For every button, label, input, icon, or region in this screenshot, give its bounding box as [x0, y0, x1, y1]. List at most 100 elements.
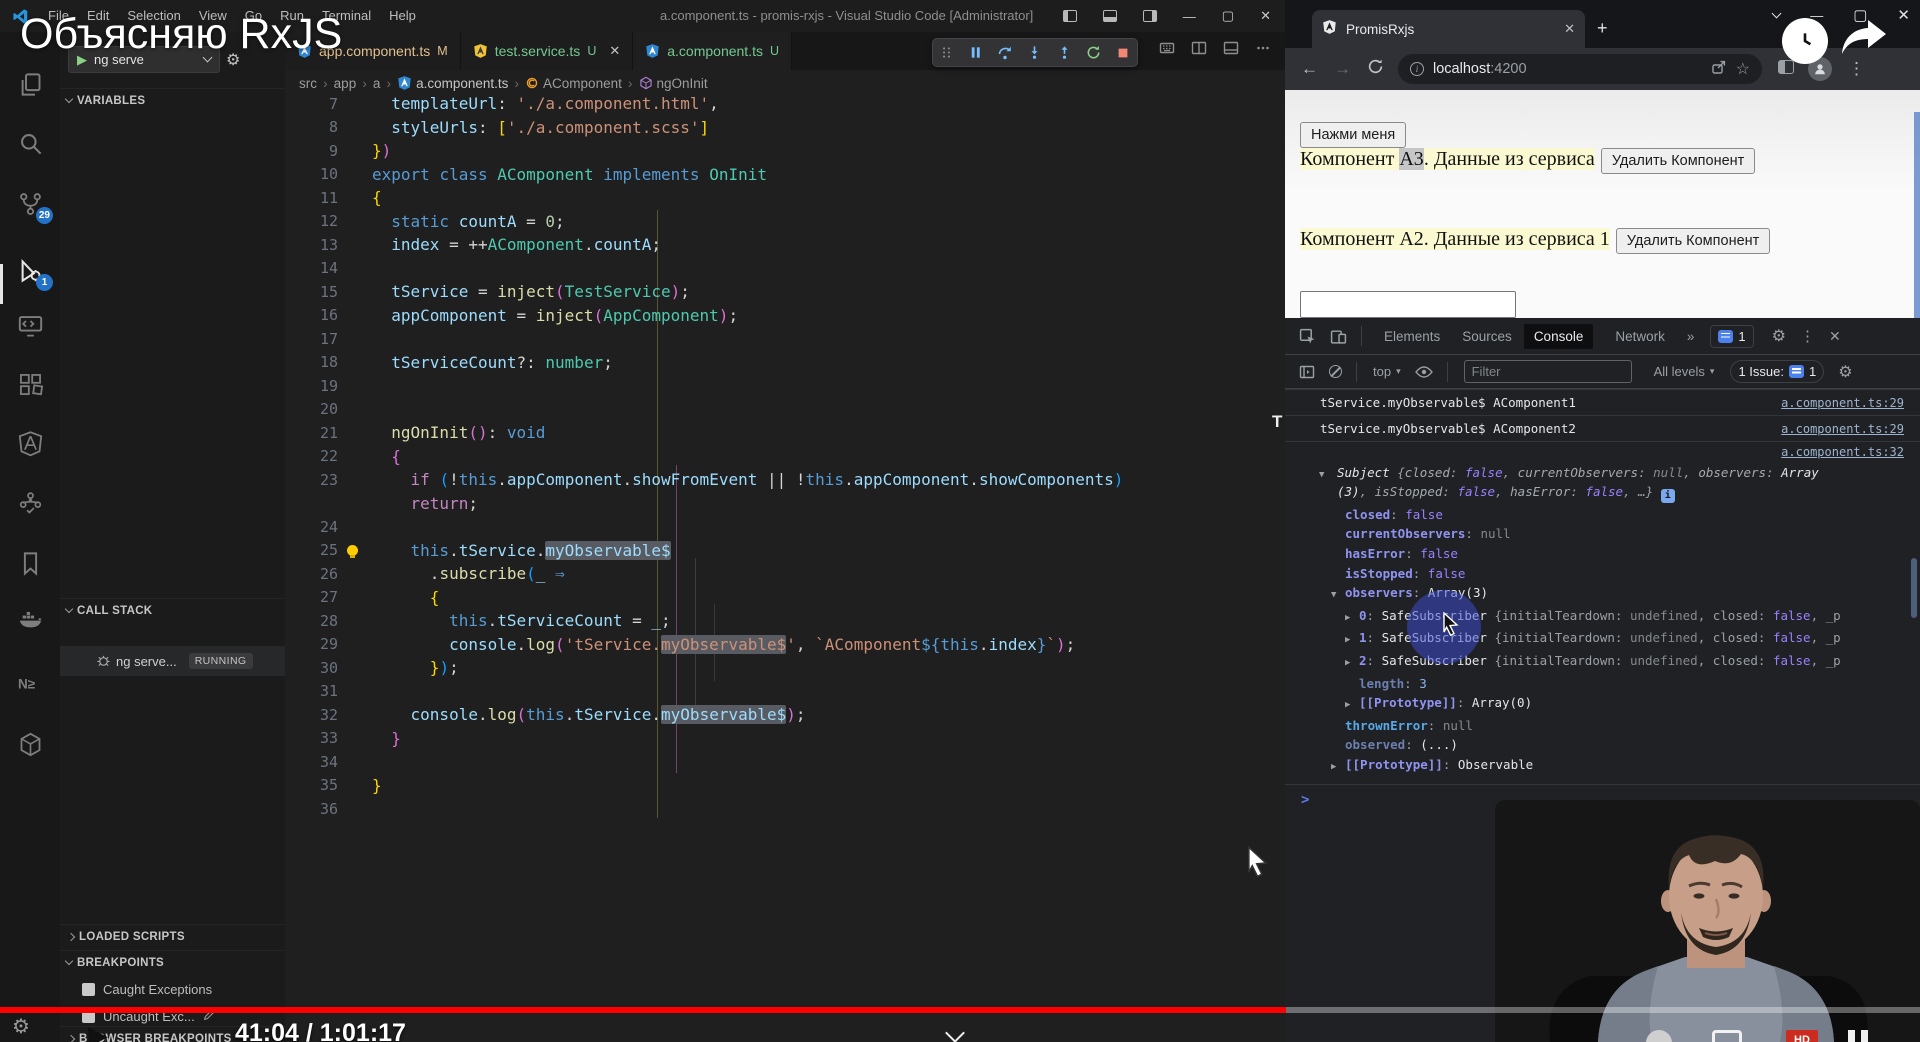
site-info-icon[interactable]: i — [1410, 62, 1424, 76]
console-property-row[interactable]: thrownError: null — [1285, 716, 1920, 736]
source-link[interactable]: a.component.ts:32 — [1781, 445, 1904, 459]
breadcrumb-item-ngOnInit[interactable]: ngOnInit — [639, 76, 708, 91]
expand-toggle-icon[interactable]: ▶ — [1345, 654, 1359, 674]
console-property-row[interactable]: hasError: false — [1285, 544, 1920, 564]
theater-mode-icon[interactable] — [1848, 1030, 1868, 1042]
devtools-tab-console[interactable]: Console — [1524, 324, 1594, 349]
console-property-row[interactable]: isStopped: false — [1285, 564, 1920, 584]
expand-toggle-icon[interactable]: ▶ — [1345, 631, 1359, 651]
expand-toggle-icon[interactable]: ▼ — [1331, 586, 1345, 606]
delete-component-button[interactable]: Удалить Компонент — [1616, 228, 1771, 254]
call-stack-section-header[interactable]: CALL STACK — [60, 598, 285, 622]
source-link[interactable]: a.component.ts:29 — [1781, 396, 1904, 410]
page-scrollbar[interactable] — [1914, 112, 1920, 318]
bookmarks-icon[interactable] — [13, 546, 47, 580]
toggle-sidebar-icon[interactable] — [1063, 10, 1077, 22]
docker-icon[interactable] — [13, 602, 47, 636]
breadcrumb-item-a.component.ts[interactable]: a.component.ts — [397, 75, 508, 91]
checkbox[interactable] — [82, 983, 95, 996]
console-property-row[interactable]: length: 3 — [1285, 674, 1920, 694]
devtools-close-icon[interactable]: ✕ — [1829, 328, 1841, 345]
run-debug-icon[interactable]: 1 — [13, 253, 47, 287]
chevron-down-icon[interactable] — [1772, 8, 1782, 18]
breadcrumb-item-src[interactable]: src — [299, 76, 317, 91]
source-link[interactable]: a.component.ts:29 — [1781, 422, 1904, 436]
tab-a.component.ts[interactable]: a.component.tsU — [633, 32, 792, 70]
share-video-icon[interactable] — [1838, 16, 1890, 65]
console-property-row[interactable]: ▶[[Prototype]]: Array(0) — [1285, 693, 1920, 716]
package-icon[interactable] — [13, 727, 47, 761]
log-levels-selector[interactable]: All levels▾ — [1654, 364, 1715, 379]
delete-component-button[interactable]: Удалить Компонент — [1601, 148, 1756, 174]
toggle-panel-icon[interactable] — [1103, 10, 1117, 22]
loaded-scripts-section-header[interactable]: LOADED SCRIPTS — [60, 924, 285, 948]
expand-toggle-icon[interactable]: ▼ — [1319, 466, 1324, 485]
more-tabs-icon[interactable]: » — [1687, 329, 1695, 344]
side-panel-icon[interactable] — [1778, 59, 1794, 79]
call-stack-item[interactable]: ng serve... RUNNING — [60, 646, 285, 676]
nx-console-icon[interactable]: N≥ — [13, 666, 47, 700]
bookmark-star-icon[interactable]: ☆ — [1736, 59, 1750, 79]
console-object-preview[interactable]: ▼Subject {closed: false, currentObserver… — [1285, 462, 1920, 505]
restart-icon[interactable] — [1086, 45, 1101, 60]
forward-icon[interactable]: → — [1334, 59, 1351, 79]
console-property-row[interactable]: ▼observers: Array(3) — [1285, 583, 1920, 606]
layout-icon[interactable] — [1223, 40, 1239, 56]
console-property-row[interactable]: ▶[[Prototype]]: Observable — [1285, 755, 1920, 778]
screencast-icon[interactable] — [1159, 40, 1175, 56]
code-editor[interactable]: 7 templateUrl: './a.component.html',8 st… — [285, 92, 1285, 1042]
video-progress-bar[interactable] — [0, 1007, 1920, 1013]
url-bar[interactable]: i localhost:4200 ☆ — [1398, 54, 1762, 84]
breadcrumb-item-app[interactable]: app — [334, 76, 357, 91]
inspect-element-icon[interactable] — [1299, 328, 1316, 345]
console-scrollbar[interactable] — [1911, 558, 1917, 618]
toggle-secondary-sidebar-icon[interactable] — [1143, 10, 1157, 22]
back-icon[interactable]: ← — [1301, 59, 1318, 79]
close-icon[interactable]: ✕ — [1897, 6, 1910, 24]
testing-icon[interactable] — [13, 486, 47, 520]
tab-test.service.ts[interactable]: test.service.tsU✕ — [461, 32, 634, 70]
console-property-row[interactable]: closed: false — [1285, 505, 1920, 525]
menu-item-help[interactable]: Help — [380, 5, 425, 27]
browser-tab[interactable]: PromisRxjs ✕ — [1312, 10, 1585, 48]
lightbulb-icon[interactable] — [347, 545, 358, 556]
grip-icon[interactable] — [940, 46, 953, 59]
breakpoints-section-header[interactable]: BREAKPOINTS — [60, 950, 285, 974]
context-selector[interactable]: top▾ — [1373, 364, 1401, 379]
expand-toggle-icon[interactable]: ▶ — [1331, 758, 1345, 778]
console-property-row[interactable]: observed: (...) — [1285, 735, 1920, 755]
expand-toggle-icon[interactable]: ▶ — [1345, 609, 1359, 629]
split-editor-icon[interactable] — [1191, 40, 1207, 56]
console-property-row[interactable]: ▶2: SafeSubscriber {initialTeardown: und… — [1285, 651, 1920, 674]
search-icon[interactable] — [13, 126, 47, 160]
step-out-icon[interactable] — [1057, 45, 1072, 60]
close-icon[interactable]: ✕ — [1260, 8, 1271, 24]
tab-close-icon[interactable]: ✕ — [1564, 21, 1575, 37]
device-toolbar-icon[interactable] — [1330, 328, 1347, 345]
hd-quality-badge[interactable]: HD — [1786, 1030, 1818, 1042]
breadcrumb-item-a[interactable]: a — [373, 76, 381, 91]
more-icon[interactable] — [1255, 40, 1271, 56]
reload-icon[interactable] — [1367, 58, 1384, 80]
issues-badge[interactable]: 1 Issue:1 — [1730, 360, 1824, 383]
breakpoint-item[interactable]: Caught Exceptions — [60, 976, 285, 1002]
console-filter-input[interactable] — [1464, 360, 1632, 383]
clear-console-icon[interactable] — [1329, 365, 1342, 378]
extensions-icon[interactable] — [13, 367, 47, 401]
watch-later-icon[interactable] — [1782, 18, 1828, 64]
manage-gear-icon[interactable]: ⚙ — [12, 1014, 30, 1039]
remote-explorer-icon[interactable] — [13, 308, 47, 342]
live-expression-eye-icon[interactable] — [1415, 365, 1433, 379]
new-tab-icon[interactable]: + — [1597, 18, 1608, 39]
expand-toggle-icon[interactable]: ▶ — [1345, 696, 1359, 716]
page-text-input[interactable] — [1300, 291, 1516, 318]
share-icon[interactable] — [1711, 59, 1727, 80]
devtools-menu-icon[interactable]: ⋮ — [1800, 327, 1815, 345]
console-property-row[interactable]: currentObservers: null — [1285, 524, 1920, 544]
step-over-icon[interactable] — [997, 45, 1013, 61]
step-into-icon[interactable] — [1027, 45, 1042, 60]
console-messages-badge[interactable]: 1 — [1710, 325, 1753, 348]
pause-icon[interactable] — [968, 45, 983, 60]
devtools-tab-sources[interactable]: Sources — [1462, 329, 1512, 344]
source-control-icon[interactable]: 29 — [13, 186, 47, 220]
